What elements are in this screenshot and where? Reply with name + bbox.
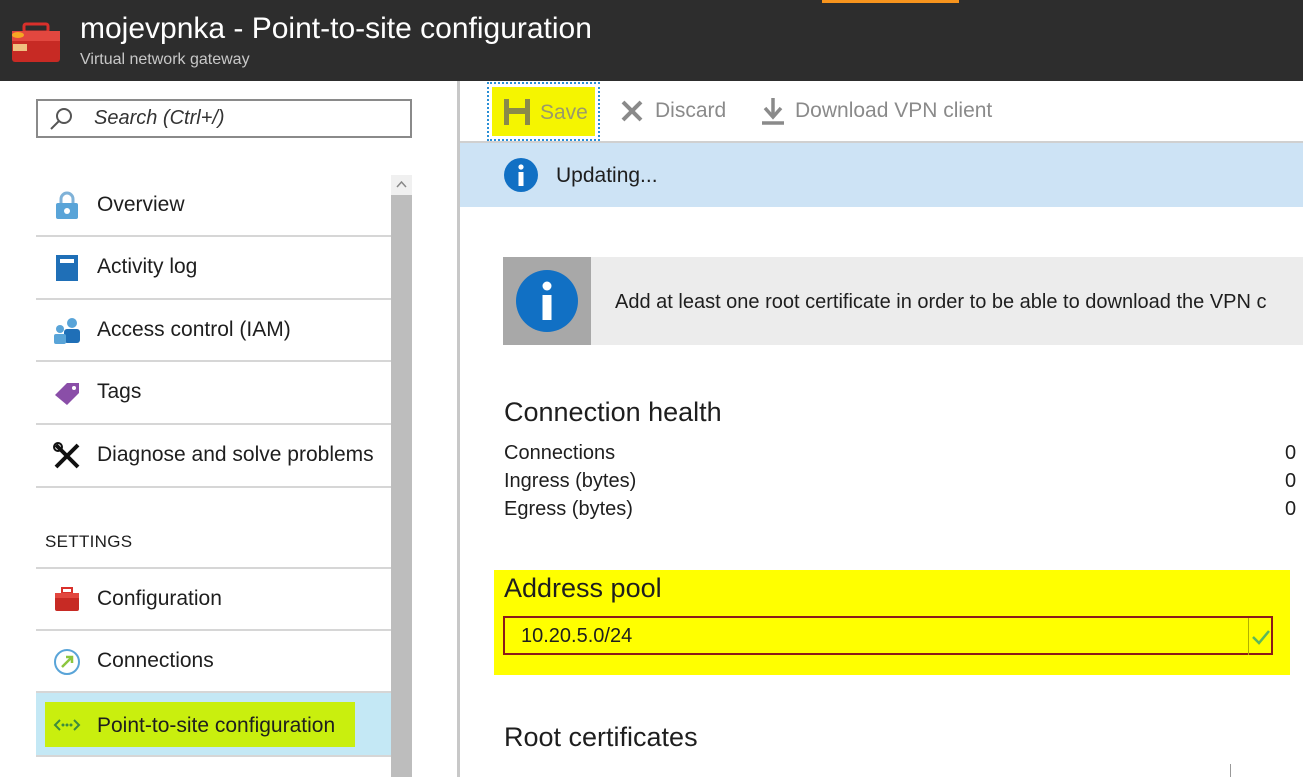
search-box[interactable] (36, 99, 412, 138)
scroll-up-button[interactable] (391, 175, 412, 195)
status-text: Updating... (556, 164, 658, 187)
settings-section-heading: SETTINGS (45, 532, 133, 551)
loading-accent-bar (822, 0, 959, 3)
command-bar: Save Discard Download VPN client (460, 81, 1303, 143)
save-disk-icon (504, 99, 530, 125)
sidebar-item-label: Access control (IAM) (97, 318, 291, 341)
metric-value: 0 (1285, 498, 1297, 520)
sidebar-item-label: Activity log (97, 255, 198, 278)
info-notice: Add at least one root certificate in ord… (503, 257, 1303, 345)
metric-value: 0 (1285, 442, 1297, 464)
main-content: Save Discard Download VPN client Updatin… (460, 81, 1303, 777)
download-vpn-client-button[interactable]: Download VPN client (758, 81, 1008, 141)
sidebar-item-activity-log[interactable]: Activity log (36, 237, 391, 300)
save-label: Save (540, 101, 588, 124)
field-separator (1248, 618, 1249, 655)
sidebar-item-access-control[interactable]: Access control (IAM) (36, 300, 391, 362)
sidebar-item-point-to-site[interactable]: Point-to-site configuration (36, 693, 391, 757)
notice-text: Add at least one root certificate in ord… (615, 291, 1267, 313)
metric-value: 0 (1285, 470, 1297, 492)
status-notification: Updating... (460, 143, 1303, 207)
checkmark-icon (1252, 630, 1270, 645)
chevron-up-icon (396, 181, 407, 188)
tag-icon (55, 383, 79, 405)
save-button[interactable]: Save (487, 82, 600, 141)
discard-label: Discard (655, 99, 727, 122)
resource-menu: Overview Activity log Access control (IA… (0, 81, 457, 777)
metric-label: Connections (504, 442, 616, 464)
sidebar-item-diagnose[interactable]: Diagnose and solve problems (36, 425, 391, 488)
sidebar-item-label: Point-to-site configuration (97, 714, 336, 737)
sidebar-item-label: Diagnose and solve problems (97, 443, 374, 466)
address-pool-section: Address pool (494, 570, 1290, 675)
metric-label: Ingress (bytes) (504, 470, 637, 492)
overview-lock-icon (56, 191, 78, 219)
close-icon (621, 100, 643, 122)
toolbox-icon (55, 587, 79, 611)
sidebar-scrollbar[interactable] (391, 175, 412, 777)
connection-health-heading: Connection health (504, 397, 722, 427)
discard-button[interactable]: Discard (618, 81, 738, 141)
page-title: mojevpnka - Point-to-site configuration (80, 12, 592, 45)
sidebar-item-connections[interactable]: Connections (36, 631, 391, 693)
sidebar-item-configuration[interactable]: Configuration (36, 567, 391, 631)
notice-icon-box (503, 257, 591, 345)
metric-label: Egress (bytes) (504, 498, 633, 520)
column-divider (1230, 764, 1231, 777)
sidebar-item-label: Overview (97, 193, 185, 216)
search-input[interactable] (94, 105, 394, 132)
sidebar-item-label: Tags (97, 380, 142, 403)
toolbox-icon (12, 22, 60, 62)
sidebar-item-label: Configuration (97, 587, 222, 610)
address-pool-heading: Address pool (504, 573, 662, 603)
tools-icon (53, 442, 80, 469)
sidebar-item-overview[interactable]: Overview (36, 175, 391, 237)
info-icon (516, 270, 578, 332)
address-pool-field[interactable] (503, 616, 1273, 655)
download-icon (762, 98, 784, 125)
root-certificates-heading: Root certificates (504, 722, 698, 752)
connections-icon (54, 649, 80, 675)
activity-log-icon (56, 255, 78, 281)
address-pool-input[interactable] (521, 623, 1221, 649)
iam-users-icon (54, 318, 80, 344)
point-to-site-icon (53, 719, 81, 731)
blade-header: mojevpnka - Point-to-site configuration … (0, 0, 1303, 81)
search-icon (50, 108, 72, 130)
download-label: Download VPN client (795, 99, 993, 122)
info-icon (504, 158, 538, 192)
page-subtitle: Virtual network gateway (80, 51, 250, 68)
sidebar-item-label: Connections (97, 649, 214, 672)
sidebar-item-tags[interactable]: Tags (36, 362, 391, 425)
